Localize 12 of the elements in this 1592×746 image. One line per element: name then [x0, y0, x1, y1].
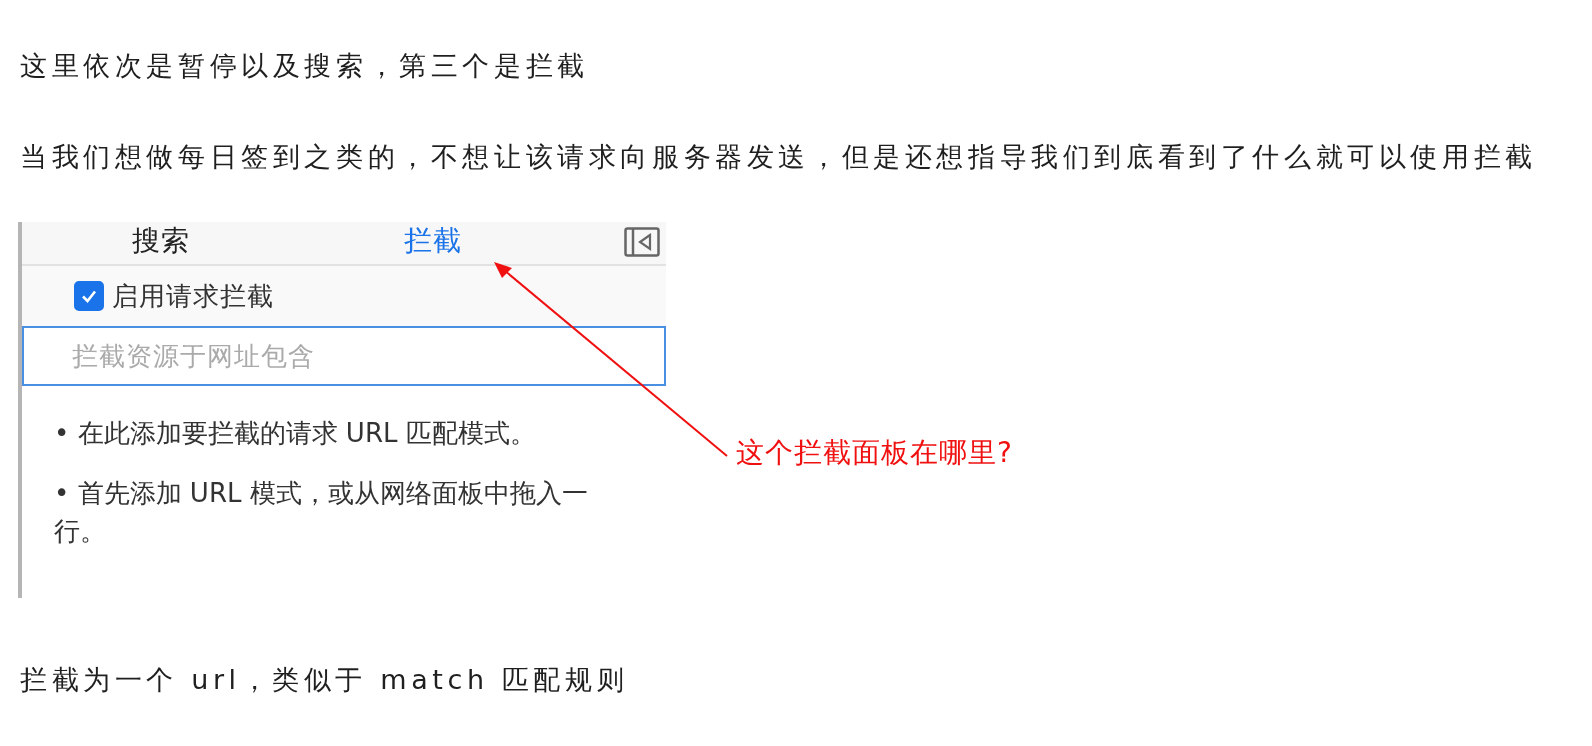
- paragraph: 这里依次是暂停以及搜索，第三个是拦截: [20, 49, 590, 83]
- checkbox[interactable]: [74, 281, 104, 311]
- hint-text: • 首先添加 URL 模式，或从网络面板中拖入一行。: [54, 477, 589, 548]
- paragraph: 拦截为一个 url，类似于 match 匹配规则: [20, 663, 630, 697]
- paragraph: 当我们想做每日签到之类的，不想让该请求向服务器发送，但是还想指导我们到底看到了什么就可以使用拦截: [20, 140, 1538, 174]
- annotation-text: 这个拦截面板在哪里?: [736, 435, 1013, 471]
- tab[interactable]: 拦截: [404, 222, 462, 260]
- hint-text: • 在此添加要拦截的请求 URL 匹配模式。: [54, 417, 537, 450]
- sidebar-toggle-icon[interactable]: [624, 227, 660, 257]
- tab[interactable]: 搜索: [132, 222, 190, 260]
- url-pattern-field[interactable]: 拦截资源于网址包含: [22, 326, 666, 386]
- checkbox-label: 启用请求拦截: [112, 279, 274, 313]
